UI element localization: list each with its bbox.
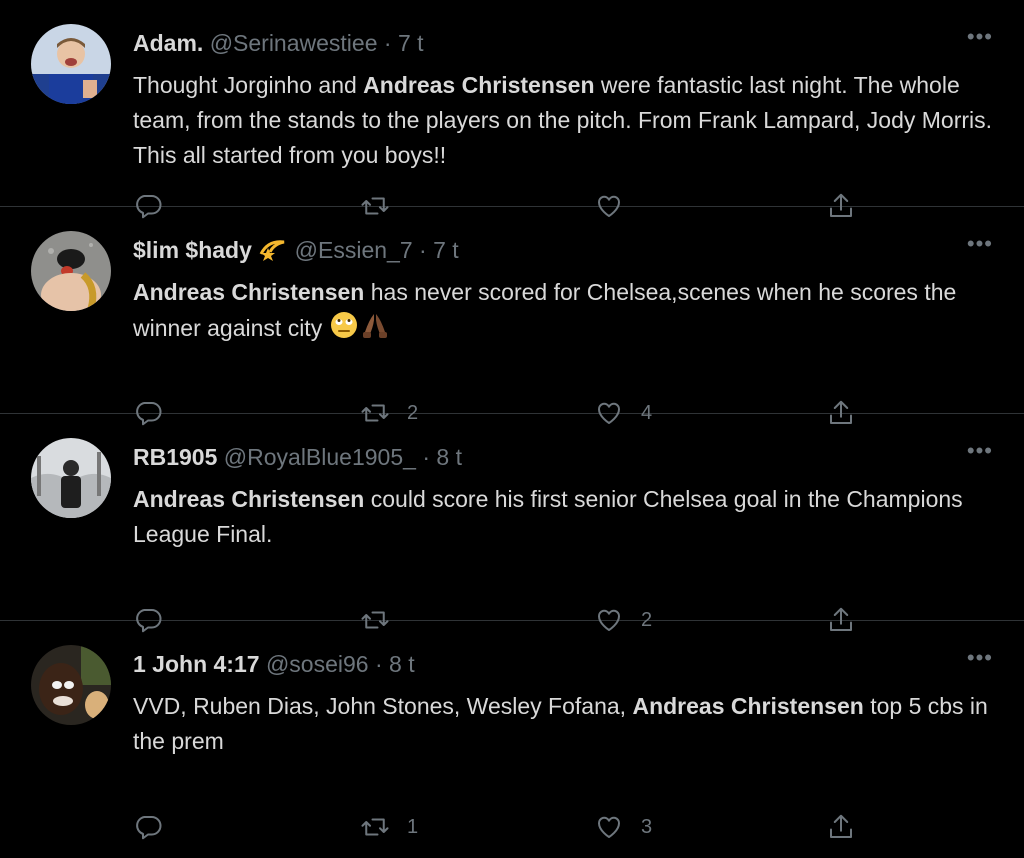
avatar[interactable] [31, 231, 111, 311]
user-handle[interactable]: @sosei96 [266, 651, 369, 677]
tweet[interactable]: 1 John 4:17 @sosei96 · 8 t ••• VVD, Rube… [0, 621, 1024, 858]
more-options-icon[interactable]: ••• [967, 26, 993, 48]
text-segment-bold: Andreas Christensen [632, 693, 864, 719]
separator: · [374, 651, 383, 677]
retweet-count: 1 [407, 815, 419, 838]
text-segment-bold: Andreas Christensen [133, 279, 365, 305]
tweet-text: Andreas Christensen could score his firs… [133, 482, 993, 552]
avatar[interactable] [31, 438, 111, 518]
tweet[interactable]: $lim $hady @Essien_7 · 7 t ••• Andreas C… [0, 207, 1024, 426]
tweet-header: 1 John 4:17 @sosei96 · 8 t [133, 649, 964, 679]
timestamp[interactable]: 8 t [436, 444, 462, 470]
heart-icon [598, 816, 620, 838]
tweet-header: RB1905 @RoyalBlue1905_ · 8 t [133, 442, 964, 472]
reply-button[interactable] [133, 807, 163, 847]
text-segment-bold: Andreas Christensen [133, 486, 365, 512]
avatar[interactable] [31, 24, 111, 104]
more-options-icon[interactable]: ••• [967, 233, 993, 255]
display-name[interactable]: 1 John 4:17 [133, 651, 260, 677]
display-name[interactable]: $lim $hady [133, 237, 252, 263]
separator: · [383, 30, 392, 56]
retweet-icon [361, 818, 389, 836]
dizzy-star-icon [258, 236, 288, 269]
retweet-button[interactable]: 1 [360, 807, 418, 847]
folded-hands-icon [359, 310, 391, 350]
tweet-text: VVD, Ruben Dias, John Stones, Wesley Fof… [133, 689, 993, 759]
like-count: 3 [641, 815, 653, 838]
text-segment: VVD, Ruben Dias, John Stones, Wesley Fof… [133, 693, 633, 719]
user-handle[interactable]: @Essien_7 [295, 237, 413, 263]
text-segment-bold: Andreas Christensen [363, 72, 595, 98]
display-name[interactable]: Adam. [133, 30, 203, 56]
avatar[interactable] [31, 645, 111, 725]
tweet-feed: Adam. @Serinawestiee · 7 t ••• Thought J… [0, 0, 1024, 858]
tweet-header: Adam. @Serinawestiee · 7 t [133, 28, 964, 58]
share-icon [830, 814, 852, 838]
display-name[interactable]: RB1905 [133, 444, 217, 470]
tweet-actions: 1 3 [133, 807, 853, 847]
user-handle[interactable]: @Serinawestiee [210, 30, 378, 56]
like-button[interactable]: 3 [594, 807, 652, 847]
reply-icon [136, 816, 162, 840]
tweet-text: Andreas Christensen has never scored for… [133, 275, 993, 350]
tweet-text: Thought Jorginho and Andreas Christensen… [133, 68, 993, 173]
tweet[interactable]: Adam. @Serinawestiee · 7 t ••• Thought J… [0, 0, 1024, 219]
timestamp[interactable]: 7 t [433, 237, 459, 263]
tweet[interactable]: RB1905 @RoyalBlue1905_ · 8 t ••• Andreas… [0, 414, 1024, 633]
timestamp[interactable]: 8 t [389, 651, 415, 677]
timestamp[interactable]: 7 t [398, 30, 424, 56]
more-options-icon[interactable]: ••• [967, 647, 993, 669]
tweet-header: $lim $hady @Essien_7 · 7 t [133, 235, 964, 269]
user-handle[interactable]: @RoyalBlue1905_ [224, 444, 416, 470]
more-options-icon[interactable]: ••• [967, 440, 993, 462]
text-segment: Thought Jorginho and [133, 72, 364, 98]
share-button[interactable] [826, 807, 856, 847]
eye-roll-face-icon [329, 310, 359, 350]
separator: · [422, 444, 430, 470]
separator: · [419, 237, 427, 263]
